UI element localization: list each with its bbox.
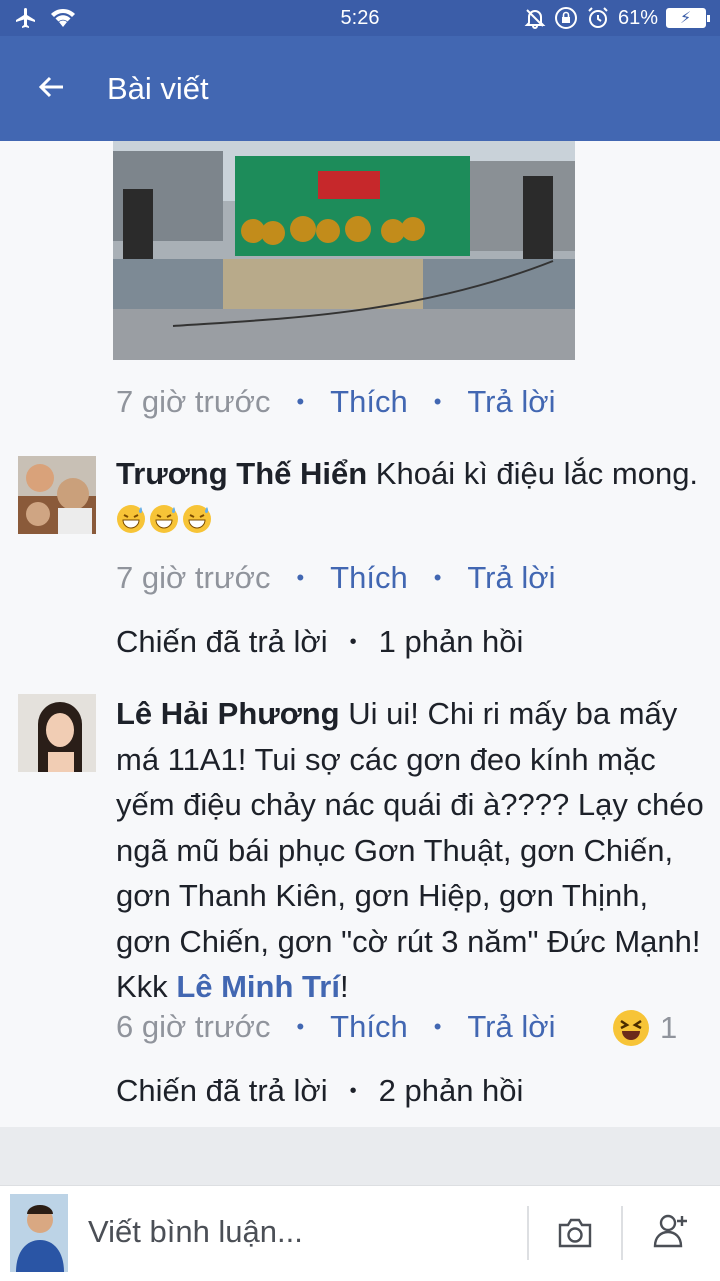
reaction-count: 1 [660,1010,678,1045]
reply-button[interactable]: Trả lời [467,384,555,420]
like-button[interactable]: Thích [330,560,408,596]
mention-link[interactable]: Lê Minh Trí [176,969,340,1004]
view-replies[interactable]: Chiến đã trả lời • 1 phản hồi [116,624,523,660]
comment-time: 7 giờ trước [116,560,271,595]
comment-body: Lê Hải Phương Ui ui! Chi ri mấy ba mấy m… [116,691,706,1010]
status-bar: 5:26 61% ⚡ [0,0,720,36]
like-button[interactable]: Thích [330,384,408,420]
separator-dot: • [349,630,357,653]
reaction-summary[interactable]: 1 [612,1009,677,1047]
reply-count: 2 phản hồi [378,1073,524,1108]
comment-meta: 7 giờ trước • Thích • Trả lời [116,384,555,420]
spacer [0,1127,720,1185]
comment-text: Ui ui! Chi ri mấy ba mấy má 11A1! Tui sợ… [116,696,704,1004]
separator-dot: • [433,389,442,414]
reply-button[interactable]: Trả lời [467,560,555,596]
comment-composer: Viết bình luận... [0,1185,720,1281]
divider [527,1206,529,1260]
lock-rotation-icon [554,7,577,29]
battery-percent: 61% [617,6,658,29]
comment-meta: 6 giờ trước • Thích • Trả lời [116,1009,555,1045]
reply-author: Chiến đã trả lời [116,624,328,659]
comment-body: Trương Thế Hiển Khoái kì điệu lắc mong. [116,451,706,542]
comment-time: 6 giờ trước [116,1009,271,1044]
camera-icon[interactable] [557,1216,593,1250]
reply-author: Chiến đã trả lời [116,1073,328,1108]
reply-count: 1 phản hồi [378,624,524,659]
reply-button[interactable]: Trả lời [467,1009,555,1045]
app-header: Bài viết [0,36,720,141]
laughing-emoji-icon [613,1010,649,1046]
separator-dot: • [296,389,305,414]
comment-author[interactable]: Trương Thế Hiển [116,456,367,491]
comment-photo[interactable] [113,141,575,360]
avatar[interactable] [18,694,96,772]
comment-author[interactable]: Lê Hải Phương [116,696,340,731]
separator-dot: • [349,1079,357,1102]
alarm-icon [588,7,608,28]
comment-meta: 7 giờ trước • Thích • Trả lời [116,560,555,596]
comment-time: 7 giờ trước [116,384,271,419]
separator-dot: • [433,565,442,590]
like-button[interactable]: Thích [330,1009,408,1045]
view-replies[interactable]: Chiến đã trả lời • 2 phản hồi [116,1073,523,1109]
comment-list: 7 giờ trước • Thích • Trả lời Trương Thế… [0,141,720,1127]
arrow-left-icon[interactable] [36,72,66,102]
add-person-icon[interactable] [652,1212,690,1248]
mute-icon [524,9,546,29]
avatar[interactable] [18,456,96,534]
separator-dot: • [296,565,305,590]
battery-icon: ⚡ [666,8,710,28]
comment-text: Khoái kì điệu lắc mong. [375,456,699,491]
my-avatar [10,1194,68,1272]
grinning-sweat-emoji [116,502,215,537]
page-title: Bài viết [107,71,209,106]
divider [621,1206,623,1260]
comment-input[interactable]: Viết bình luận... [88,1214,303,1250]
separator-dot: • [433,1014,442,1039]
comment-text-end: ! [339,969,349,1004]
separator-dot: • [296,1014,305,1039]
